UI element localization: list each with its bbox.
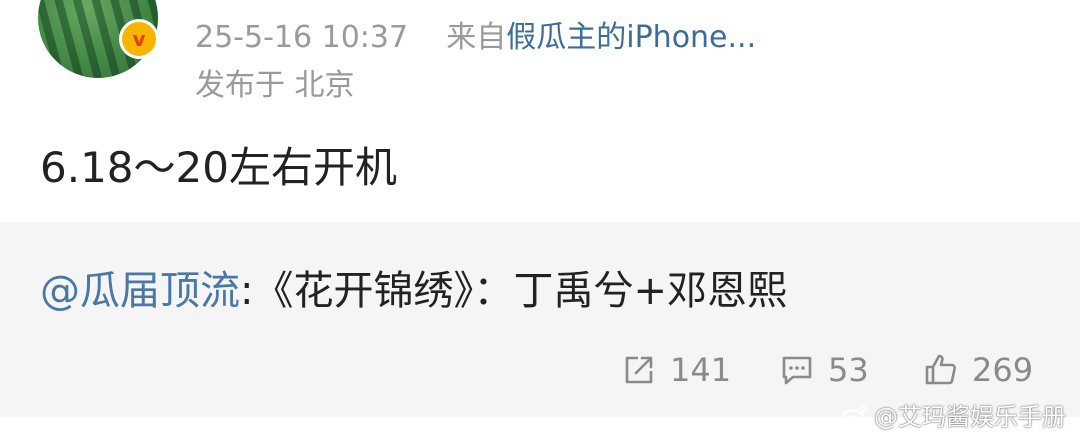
weibo-post-card: v 25-5-16 10:37 来自假瓜主的iPhone... 发布于 北京 6… — [0, 0, 1080, 438]
weibo-icon — [840, 403, 870, 427]
repost-block[interactable]: @瓜届顶流:《花开锦绣》：丁禹兮+邓恩熙 141 53 269 — [0, 222, 1080, 417]
repost-content: :《花开锦绣》：丁禹兮+邓恩熙 — [240, 268, 787, 314]
post-text: 6.18～20左右开机 — [40, 143, 397, 192]
source-prefix: 来自 — [446, 20, 507, 55]
post-location: 发布于 北京 — [195, 68, 355, 103]
like-count-button[interactable]: 269 — [924, 350, 1033, 390]
comment-count-button[interactable]: 53 — [780, 350, 869, 390]
verified-badge-icon: v — [119, 19, 159, 59]
comment-icon — [780, 353, 814, 387]
repost-count-button[interactable]: 141 — [622, 350, 731, 390]
repost-text: @瓜届顶流:《花开锦绣》：丁禹兮+邓恩熙 — [40, 258, 787, 316]
post-timestamp: 25-5-16 10:37 — [195, 20, 409, 55]
thumbs-up-icon — [924, 353, 958, 387]
repost-mention-link[interactable]: @瓜届顶流 — [40, 268, 240, 314]
post-meta: 25-5-16 10:37 来自假瓜主的iPhone... — [195, 12, 756, 56]
like-count: 269 — [972, 351, 1034, 389]
watermark: @艾玛酱娱乐手册 — [840, 397, 1066, 432]
comment-count: 53 — [828, 351, 869, 389]
repost-count: 141 — [670, 351, 732, 389]
share-icon — [622, 353, 656, 387]
source-device-link[interactable]: 假瓜主的iPhone... — [506, 20, 756, 55]
watermark-text: @艾玛酱娱乐手册 — [874, 403, 1066, 431]
